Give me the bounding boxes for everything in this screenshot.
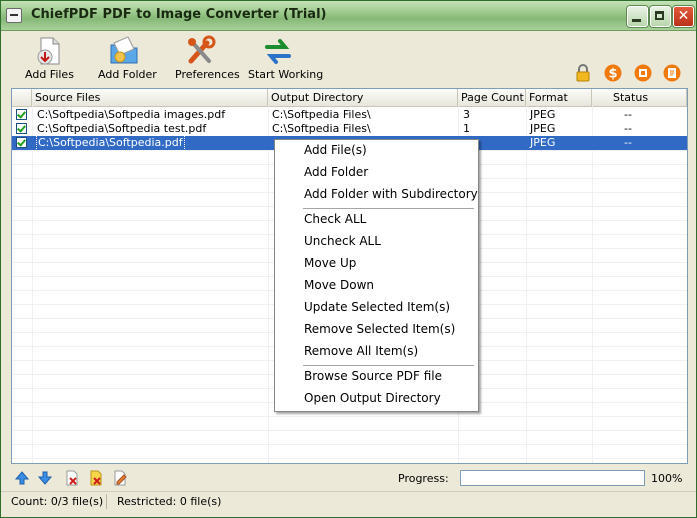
table-row[interactable]: C:\Softpedia\Softpedia test.pdf C:\Softp…: [12, 122, 687, 136]
status-count: Count: 0/3 file(s): [11, 495, 104, 508]
cell-output: C:\Softpedia Files\: [272, 122, 371, 135]
menu-item-add-folder-subdir[interactable]: Add Folder with Subdirectory: [304, 184, 478, 204]
progress-bar: [460, 470, 645, 486]
menu-item-browse-source[interactable]: Browse Source PDF file: [304, 366, 442, 386]
add-files-label: Add Files: [25, 68, 74, 81]
cell-format: JPEG: [530, 108, 556, 121]
svg-text:$: $: [608, 67, 617, 82]
cell-format: JPEG: [530, 136, 556, 149]
cell-status: --: [624, 136, 632, 149]
add-files-button[interactable]: Add Files: [25, 35, 74, 81]
row-checkbox[interactable]: [16, 123, 27, 134]
grid-line: [12, 430, 687, 431]
cell-pages: 3: [463, 108, 470, 121]
progress-label: Progress:: [398, 472, 449, 485]
header-page-count[interactable]: Page Count: [458, 89, 526, 106]
add-folder-button[interactable]: Add Folder: [98, 35, 157, 81]
minimize-icon: [632, 19, 641, 22]
menu-item-open-output[interactable]: Open Output Directory: [304, 388, 441, 408]
maximize-icon: [655, 11, 664, 20]
header-status[interactable]: Status: [592, 89, 687, 106]
register-icon[interactable]: [634, 64, 652, 82]
cell-format: JPEG: [530, 122, 556, 135]
grid-line: [12, 458, 687, 459]
status-restricted: Restricted: 0 file(s): [117, 495, 222, 508]
window-title: ChiefPDF PDF to Image Converter (Trial): [31, 7, 327, 22]
add-folder-icon: [110, 36, 138, 64]
delete-all-icon[interactable]: [88, 470, 104, 486]
arrow-down-icon[interactable]: [37, 470, 53, 486]
preferences-button[interactable]: Preferences: [175, 35, 240, 81]
cell-source: C:\Softpedia\Softpedia test.pdf: [37, 122, 207, 135]
start-working-label: Start Working: [248, 68, 324, 81]
header-output-directory[interactable]: Output Directory: [268, 89, 458, 106]
preferences-label: Preferences: [175, 68, 240, 81]
bottom-toolbar: Progress: 100%: [1, 464, 696, 492]
header-check[interactable]: [12, 89, 32, 106]
dollar-icon[interactable]: $: [604, 64, 622, 82]
close-button[interactable]: ✕: [673, 6, 694, 27]
cell-source: C:\Softpedia\Softpedia images.pdf: [37, 108, 226, 121]
edit-icon[interactable]: [112, 470, 128, 486]
maximize-button[interactable]: [650, 6, 671, 27]
menu-item-add-files[interactable]: Add File(s): [304, 140, 367, 160]
add-folder-label: Add Folder: [98, 68, 157, 81]
menu-item-remove-all[interactable]: Remove All Item(s): [304, 341, 418, 361]
lock-icon[interactable]: [574, 64, 592, 82]
add-files-icon: [37, 37, 60, 65]
cell-pages: 1: [463, 122, 470, 135]
header-format[interactable]: Format: [526, 89, 592, 106]
context-menu: Add File(s) Add Folder Add Folder with S…: [274, 139, 479, 412]
status-bar: Count: 0/3 file(s) Restricted: 0 file(s): [1, 491, 696, 517]
arrow-up-icon[interactable]: [14, 470, 30, 486]
convert-arrows-icon: [262, 35, 294, 64]
tools-icon: [188, 35, 216, 64]
row-checkbox[interactable]: [16, 109, 27, 120]
header-source-files[interactable]: Source Files: [32, 89, 268, 106]
menu-item-move-up[interactable]: Move Up: [304, 253, 356, 273]
cell-source: C:\Softpedia\Softpedia.pdf: [36, 135, 185, 151]
cell-status: --: [624, 122, 632, 135]
cell-output: C:\Softpedia Files\: [272, 108, 371, 121]
list-header: Source Files Output Directory Page Count…: [12, 89, 687, 107]
row-checkbox[interactable]: [16, 137, 27, 148]
title-bar: ChiefPDF PDF to Image Converter (Trial) …: [1, 1, 696, 31]
start-working-button[interactable]: Start Working: [248, 35, 324, 81]
menu-item-add-folder[interactable]: Add Folder: [304, 162, 368, 182]
delete-icon[interactable]: [64, 470, 80, 486]
table-row[interactable]: C:\Softpedia\Softpedia images.pdf C:\Sof…: [12, 108, 687, 122]
main-window: ChiefPDF PDF to Image Converter (Trial) …: [0, 0, 697, 518]
grid-line: [12, 444, 687, 445]
menu-item-move-down[interactable]: Move Down: [304, 275, 374, 295]
menu-item-uncheck-all[interactable]: Uncheck ALL: [304, 231, 381, 251]
grid-line: [12, 416, 687, 417]
status-divider: [106, 494, 107, 509]
menu-item-update-selected[interactable]: Update Selected Item(s): [304, 297, 450, 317]
progress-percent: 100%: [651, 472, 683, 485]
cell-status: --: [624, 108, 632, 121]
system-menu-icon[interactable]: [6, 8, 22, 23]
help-icon[interactable]: [663, 64, 681, 82]
menu-item-remove-selected[interactable]: Remove Selected Item(s): [304, 319, 455, 339]
close-icon: ✕: [677, 8, 690, 24]
menu-item-check-all[interactable]: Check ALL: [304, 209, 366, 229]
minimize-button[interactable]: [627, 6, 648, 27]
